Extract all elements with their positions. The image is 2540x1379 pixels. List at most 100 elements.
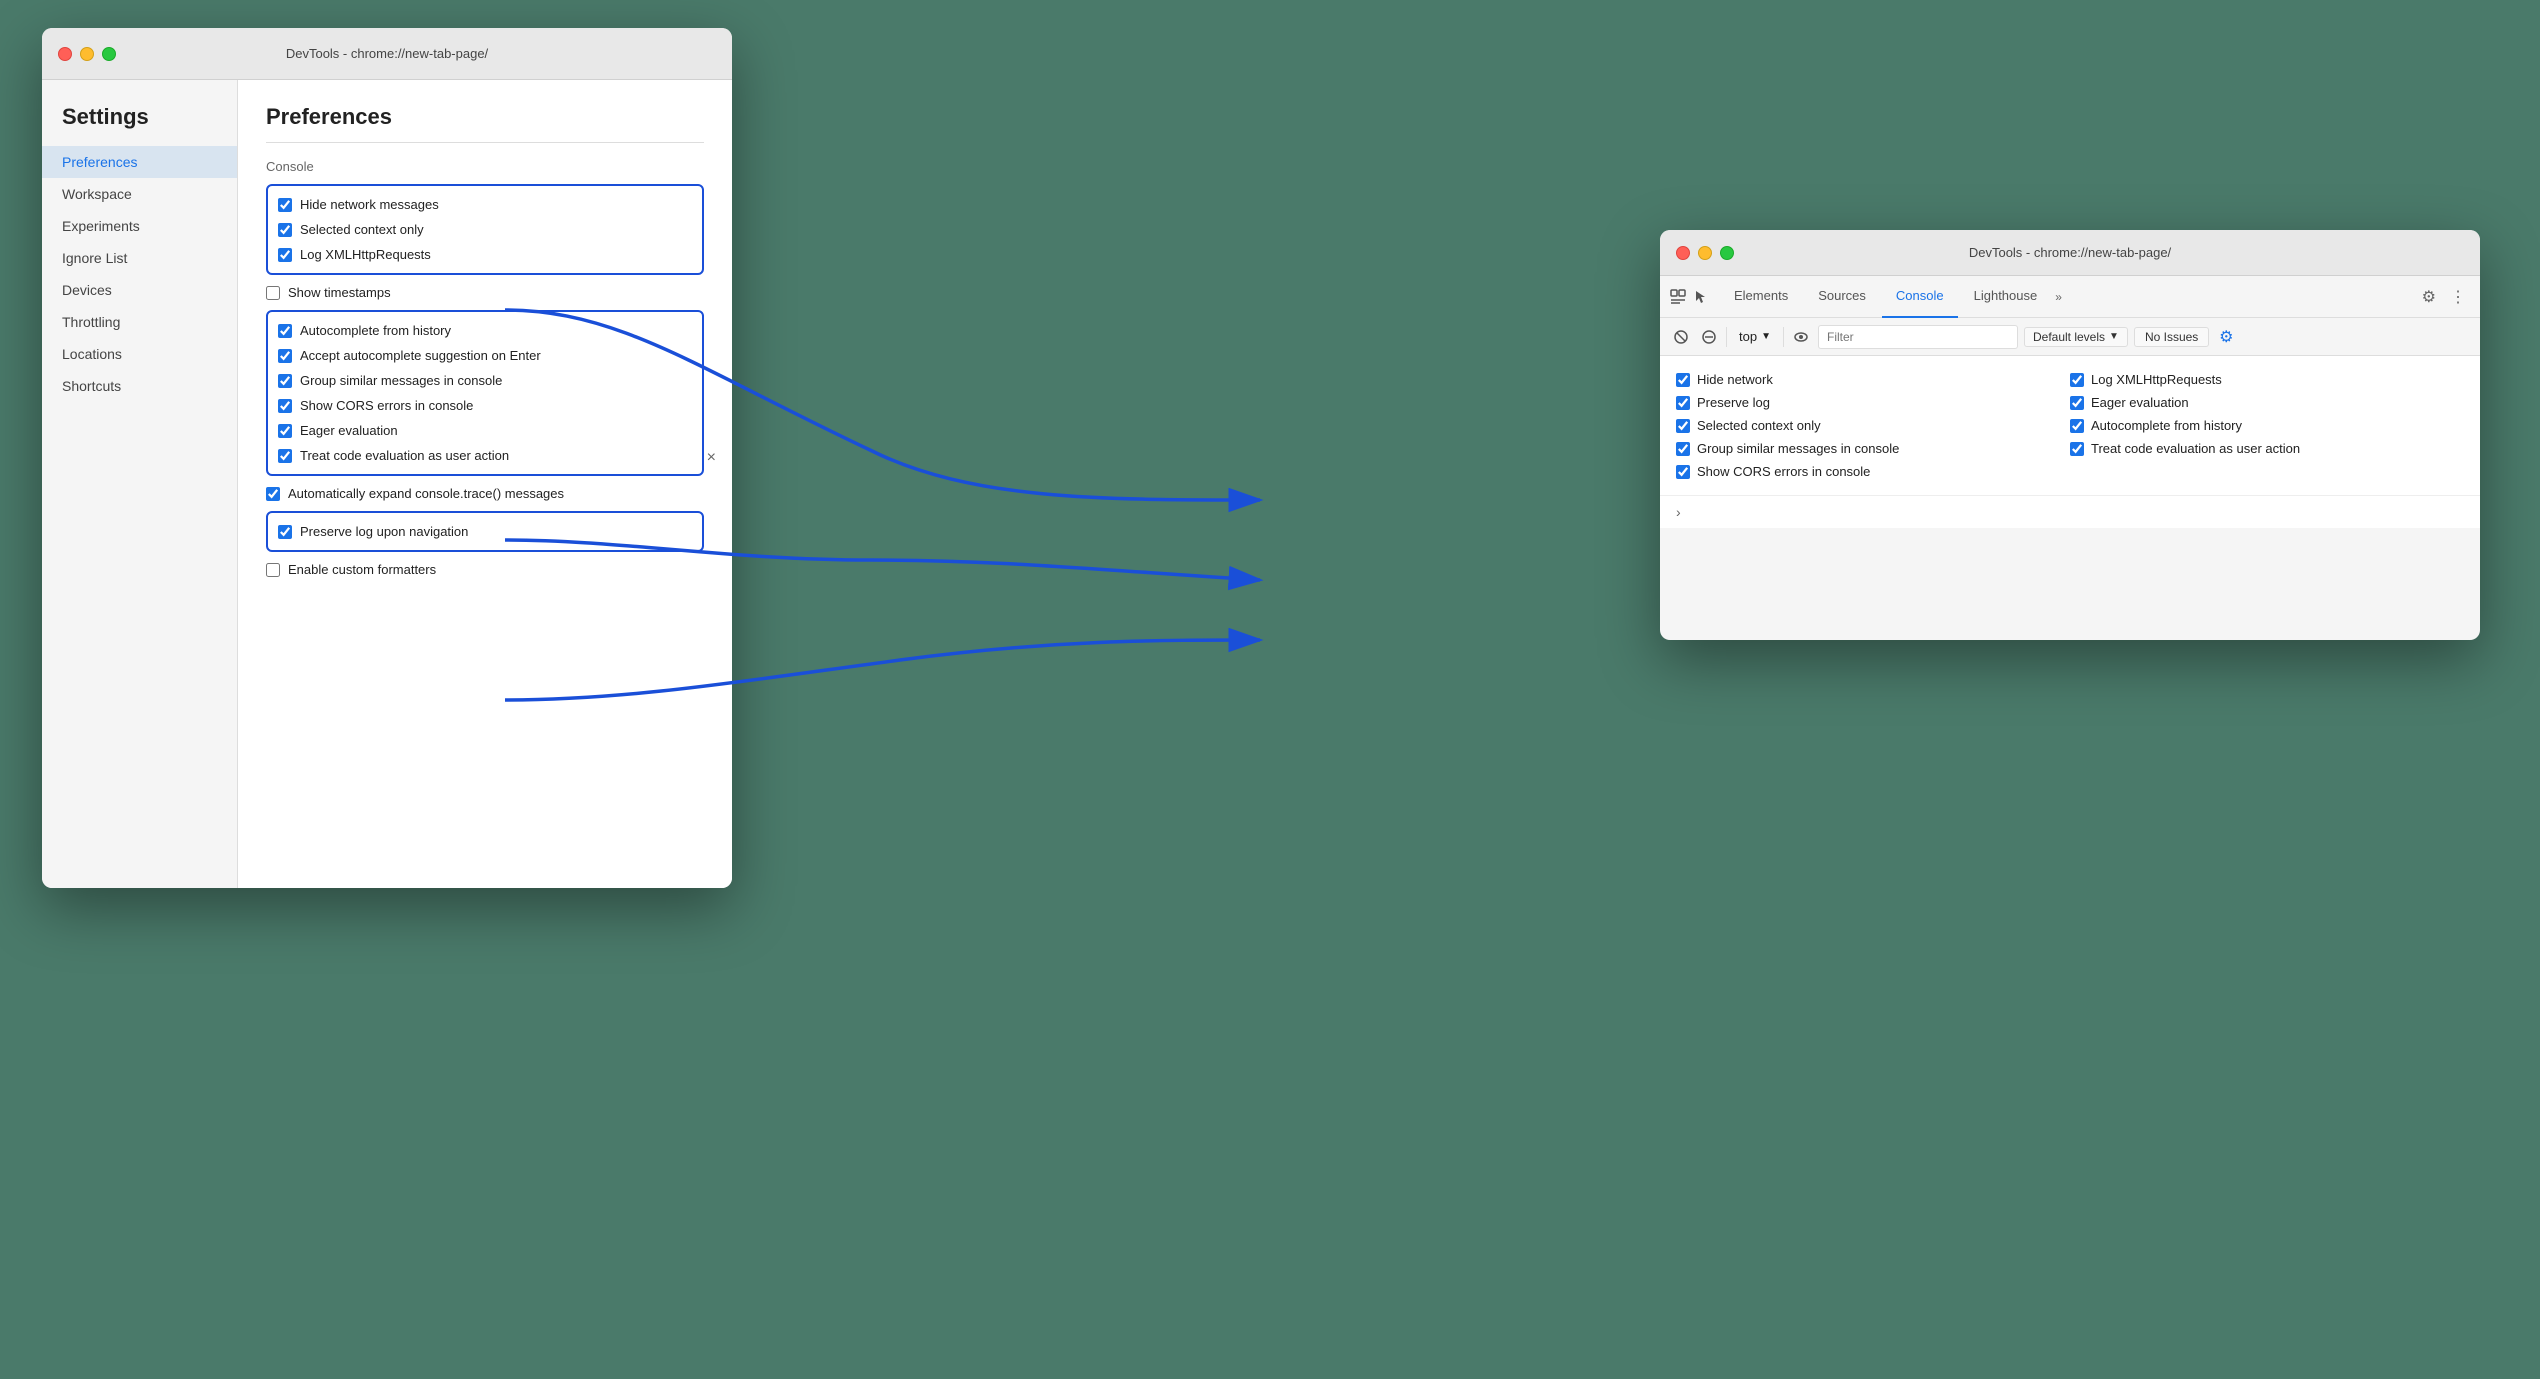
settings-heading: Settings <box>42 104 237 146</box>
sidebar-item-devices[interactable]: Devices <box>42 274 237 306</box>
console-selected-context-input[interactable] <box>1676 419 1690 433</box>
console-toolbar: top ▼ Default levels ▼ No Issues ⚙ <box>1660 318 2480 356</box>
divider <box>266 142 704 143</box>
close-traffic-light[interactable] <box>58 47 72 61</box>
right-maximize-traffic-light[interactable] <box>1720 246 1734 260</box>
clear-console-icon[interactable] <box>1670 326 1692 348</box>
checkbox-selected-context-input[interactable] <box>278 223 292 237</box>
console-preserve-log-input[interactable] <box>1676 396 1690 410</box>
default-levels-dropdown[interactable]: Default levels ▼ <box>2024 327 2128 347</box>
console-group-similar-input[interactable] <box>1676 442 1690 456</box>
right-minimize-traffic-light[interactable] <box>1698 246 1712 260</box>
checkbox-cors-errors-label: Show CORS errors in console <box>300 398 473 413</box>
console-right-col: Log XMLHttpRequests Eager evaluation Aut… <box>2070 368 2464 483</box>
tab-sources[interactable]: Sources <box>1804 276 1880 318</box>
settings-layout: Settings Preferences Workspace Experimen… <box>42 80 732 888</box>
console-cors-errors-input[interactable] <box>1676 465 1690 479</box>
checkbox-preserve-log-input[interactable] <box>278 525 292 539</box>
checkbox-hide-network: Hide network messages <box>278 192 692 217</box>
checkbox-group-similar-label: Group similar messages in console <box>300 373 502 388</box>
checkbox-auto-expand-label: Automatically expand console.trace() mes… <box>288 486 564 501</box>
settings-content: × Preferences Console Hide network messa… <box>238 80 732 888</box>
checkbox-autocomplete-history-input[interactable] <box>278 324 292 338</box>
console-autocomplete-history-input[interactable] <box>2070 419 2084 433</box>
console-eager-eval-input[interactable] <box>2070 396 2084 410</box>
sidebar-item-throttling[interactable]: Throttling <box>42 306 237 338</box>
checkbox-hide-network-label: Hide network messages <box>300 197 439 212</box>
no-issues-button[interactable]: No Issues <box>2134 327 2209 347</box>
chevron-down-icon: ▼ <box>1761 331 1771 342</box>
checkbox-group-similar-input[interactable] <box>278 374 292 388</box>
checkbox-eager-eval: Eager evaluation <box>278 418 692 443</box>
tab-bar: Elements Sources Console Lighthouse » ⚙ … <box>1660 276 2480 318</box>
checkbox-auto-expand-input[interactable] <box>266 487 280 501</box>
checkbox-custom-formatters: Enable custom formatters <box>266 556 704 583</box>
checkbox-hide-network-input[interactable] <box>278 198 292 212</box>
console-treat-code: Treat code evaluation as user action <box>2070 437 2464 460</box>
console-autocomplete-history: Autocomplete from history <box>2070 414 2464 437</box>
tab-lighthouse[interactable]: Lighthouse <box>1960 276 2052 318</box>
sidebar-item-ignore-list[interactable]: Ignore List <box>42 242 237 274</box>
right-devtools-window: DevTools - chrome://new-tab-page/ Elemen… <box>1660 230 2480 640</box>
checkbox-show-timestamps-input[interactable] <box>266 286 280 300</box>
maximize-traffic-light[interactable] <box>102 47 116 61</box>
checkbox-selected-context-label: Selected context only <box>300 222 424 237</box>
checkbox-accept-autocomplete-input[interactable] <box>278 349 292 363</box>
checkbox-log-xml-label: Log XMLHttpRequests <box>300 247 431 262</box>
checkbox-cors-errors-input[interactable] <box>278 399 292 413</box>
sidebar-item-shortcuts[interactable]: Shortcuts <box>42 370 237 402</box>
tab-more[interactable]: » <box>2055 290 2062 304</box>
checkbox-treat-code-input[interactable] <box>278 449 292 463</box>
console-log-xml-input[interactable] <box>2070 373 2084 387</box>
console-group-similar-label: Group similar messages in console <box>1697 441 1899 456</box>
devtools-settings-icon[interactable]: ⚙ <box>2422 287 2436 307</box>
traffic-lights <box>58 47 116 61</box>
checkbox-custom-formatters-label: Enable custom formatters <box>288 562 436 577</box>
checkbox-custom-formatters-input[interactable] <box>266 563 280 577</box>
context-selector[interactable]: top ▼ <box>1733 327 1777 346</box>
tab-elements[interactable]: Elements <box>1720 276 1802 318</box>
checkbox-eager-eval-input[interactable] <box>278 424 292 438</box>
console-cors-errors: Show CORS errors in console <box>1676 460 2070 483</box>
right-title-text: DevTools - chrome://new-tab-page/ <box>1969 245 2171 260</box>
tab-console[interactable]: Console <box>1882 276 1958 318</box>
console-prompt-row: › <box>1660 495 2480 528</box>
left-title-text: DevTools - chrome://new-tab-page/ <box>286 46 488 61</box>
console-hide-network: Hide network <box>1676 368 2070 391</box>
console-box-3: Preserve log upon navigation <box>266 511 704 552</box>
sidebar-item-locations[interactable]: Locations <box>42 338 237 370</box>
checkbox-accept-autocomplete: Accept autocomplete suggestion on Enter <box>278 343 692 368</box>
checkbox-treat-code: Treat code evaluation as user action <box>278 443 692 468</box>
checkbox-log-xml: Log XMLHttpRequests <box>278 242 692 267</box>
left-title-bar: DevTools - chrome://new-tab-page/ <box>42 28 732 80</box>
no-entry-icon[interactable] <box>1698 326 1720 348</box>
console-settings-icon[interactable]: ⚙ <box>2215 326 2237 348</box>
console-hide-network-input[interactable] <box>1676 373 1690 387</box>
minimize-traffic-light[interactable] <box>80 47 94 61</box>
checkbox-accept-autocomplete-label: Accept autocomplete suggestion on Enter <box>300 348 541 363</box>
sidebar-item-workspace[interactable]: Workspace <box>42 178 237 210</box>
preferences-heading: Preferences <box>266 104 704 130</box>
eye-icon[interactable] <box>1790 326 1812 348</box>
settings-sidebar: Settings Preferences Workspace Experimen… <box>42 80 238 888</box>
checkbox-eager-eval-label: Eager evaluation <box>300 423 398 438</box>
left-devtools-window: DevTools - chrome://new-tab-page/ Settin… <box>42 28 732 888</box>
right-title-bar: DevTools - chrome://new-tab-page/ <box>1660 230 2480 276</box>
checkbox-auto-expand: Automatically expand console.trace() mes… <box>266 480 704 507</box>
console-treat-code-input[interactable] <box>2070 442 2084 456</box>
context-label: top <box>1739 329 1757 344</box>
settings-close-button[interactable]: × <box>707 449 716 467</box>
sidebar-item-experiments[interactable]: Experiments <box>42 210 237 242</box>
sidebar-item-preferences[interactable]: Preferences <box>42 146 237 178</box>
devtools-more-icon[interactable]: ⋮ <box>2444 287 2472 307</box>
checkbox-log-xml-input[interactable] <box>278 248 292 262</box>
console-filter-input[interactable] <box>1818 325 2018 349</box>
chevron-down-icon-2: ▼ <box>2109 331 2119 342</box>
right-close-traffic-light[interactable] <box>1676 246 1690 260</box>
console-box-2: Autocomplete from history Accept autocom… <box>266 310 704 476</box>
checkbox-preserve-log-label: Preserve log upon navigation <box>300 524 468 539</box>
cursor-icon <box>1692 287 1712 307</box>
console-preserve-log-label: Preserve log <box>1697 395 1770 410</box>
checkbox-show-timestamps: Show timestamps <box>266 279 704 306</box>
console-settings-content: Hide network Preserve log Selected conte… <box>1660 356 2480 495</box>
